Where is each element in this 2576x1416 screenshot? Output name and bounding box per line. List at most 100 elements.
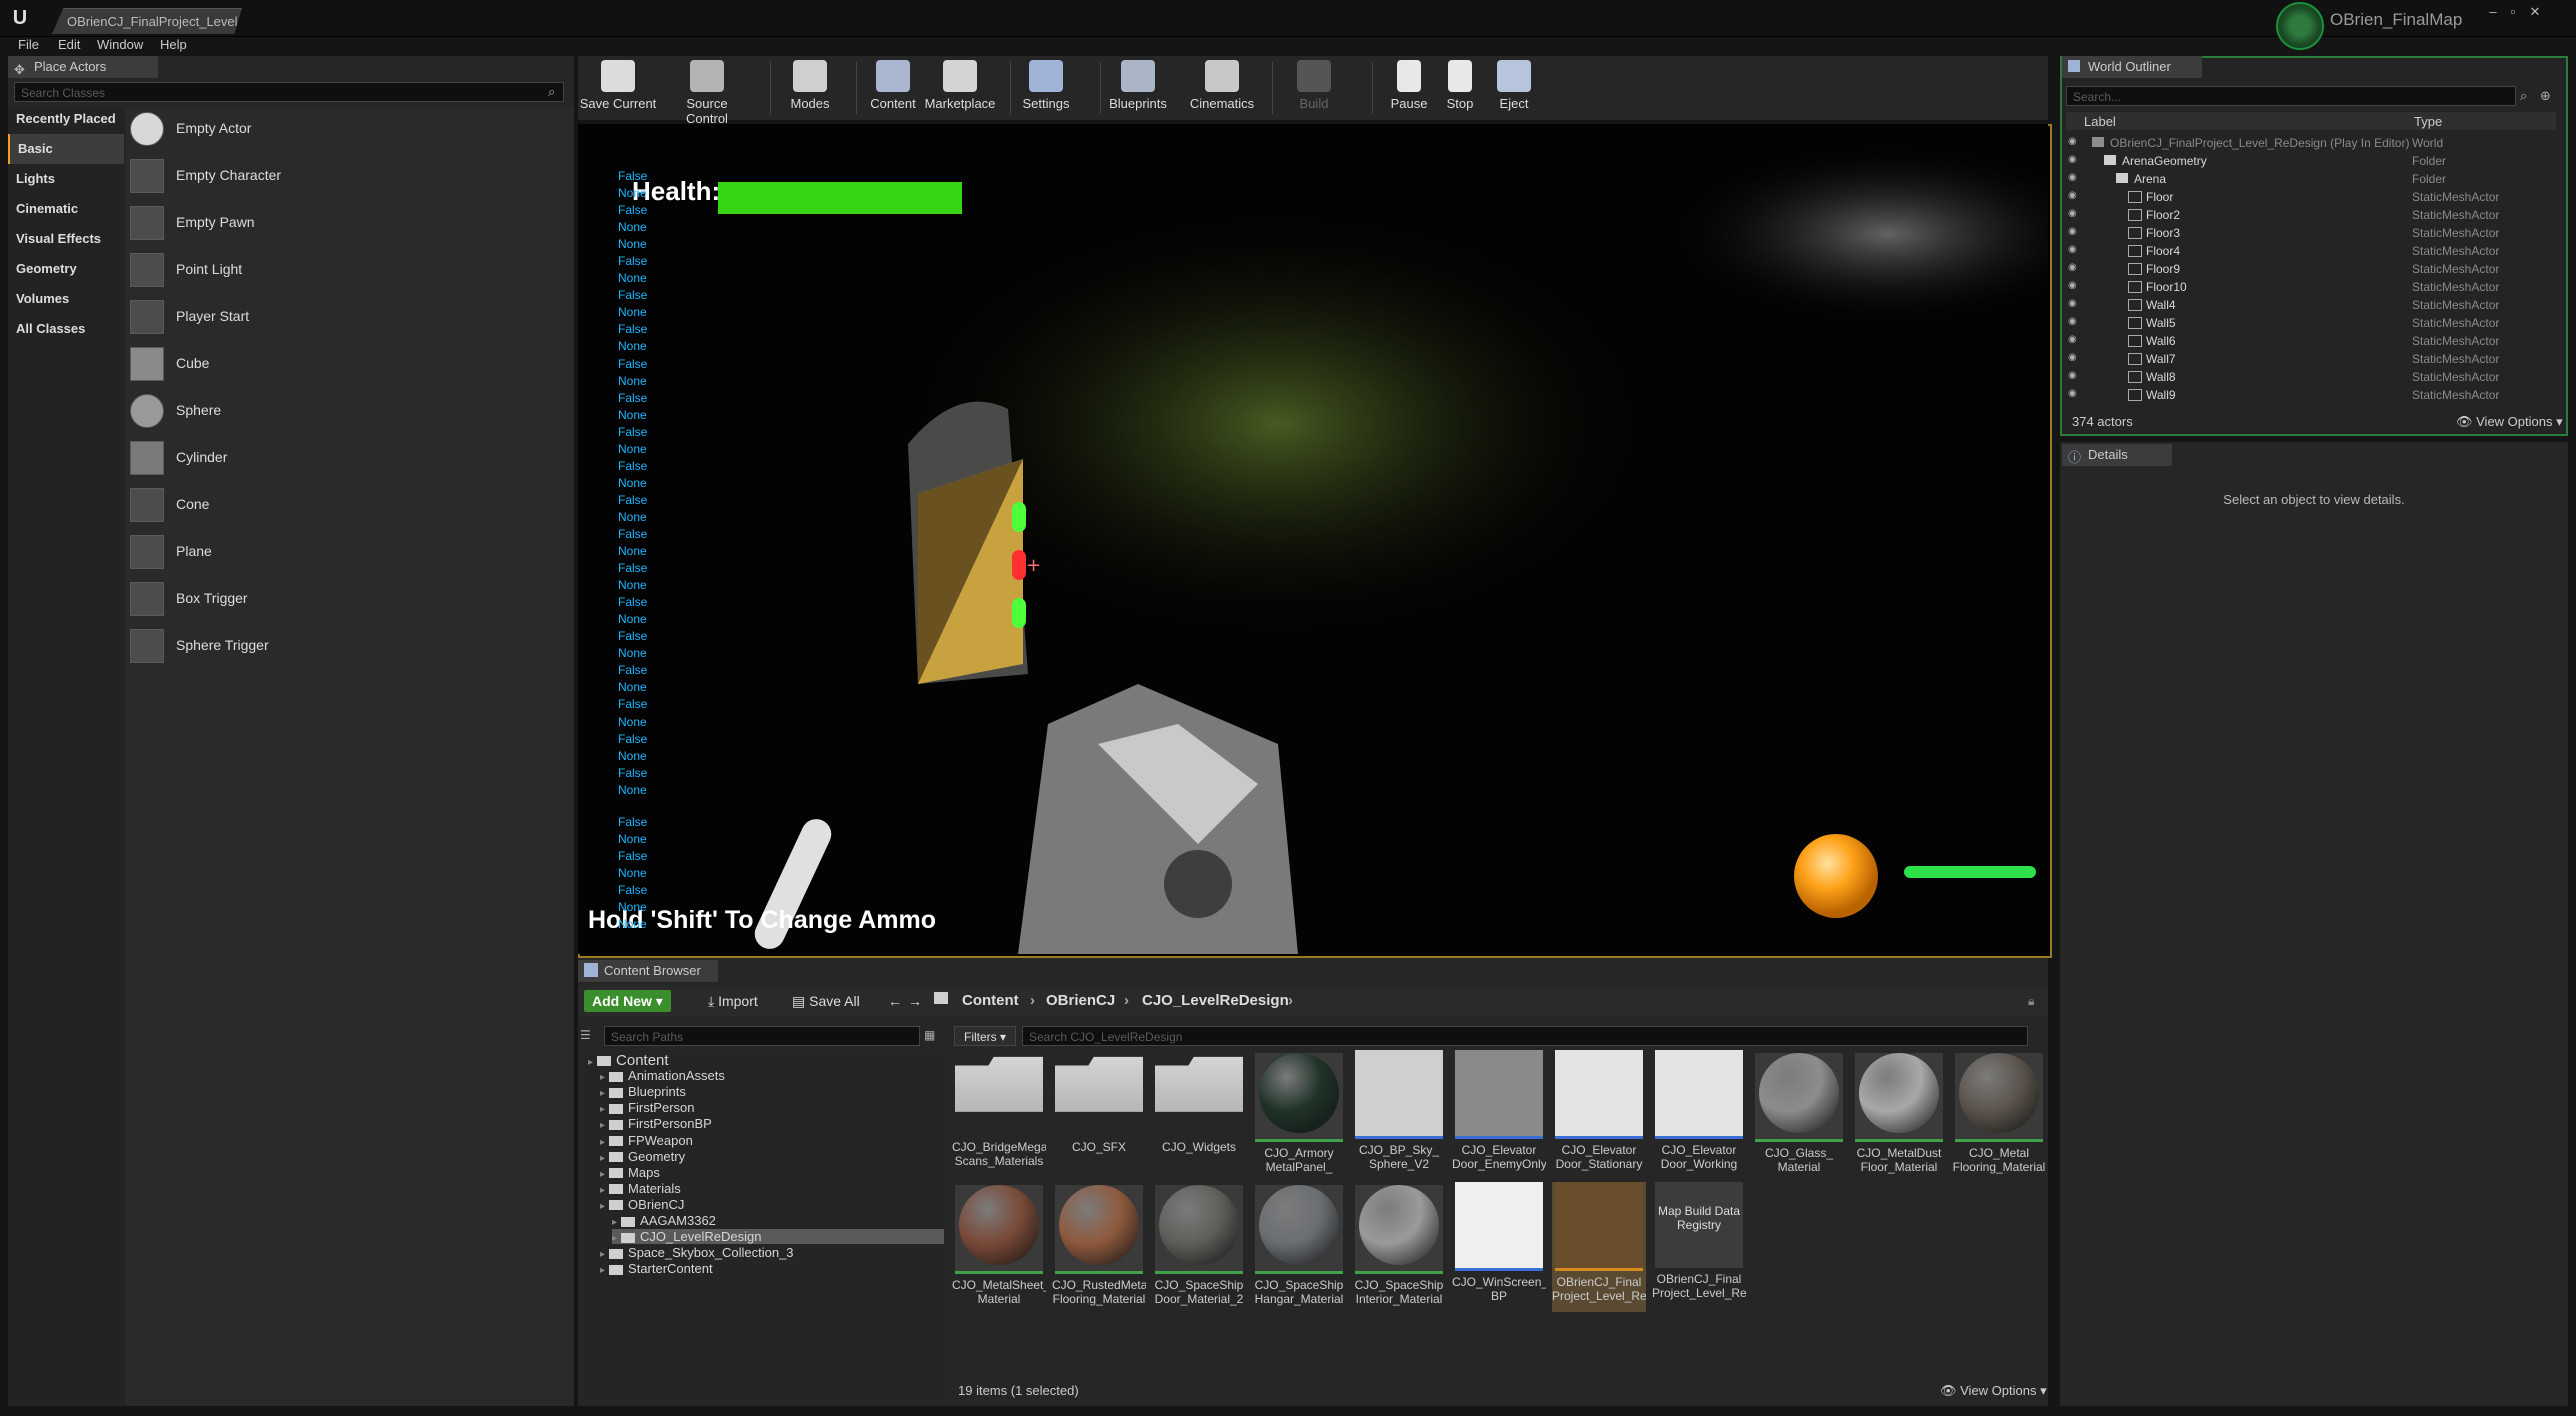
asset-tile[interactable]: CJO_Elevator Door_EnemyOnly [1452, 1050, 1546, 1180]
visibility-eye-icon[interactable]: ◉ [2068, 190, 2082, 202]
tree-node[interactable]: ▸ FirstPerson [600, 1100, 944, 1115]
actor-item[interactable]: Cone [130, 484, 570, 526]
forward-button[interactable]: → [900, 990, 930, 1012]
outliner-search-input[interactable]: Search... [2066, 86, 2516, 106]
menu-window[interactable]: Window [97, 37, 143, 52]
tree-node[interactable]: ▸ AnimationAssets [600, 1068, 944, 1083]
expand-arrow-icon[interactable]: ▸ [600, 1088, 605, 1099]
visibility-eye-icon[interactable]: ◉ [2068, 334, 2082, 346]
visibility-eye-icon[interactable]: ◉ [2068, 244, 2082, 256]
maximize-button[interactable]: ▫ [2504, 4, 2522, 20]
expand-arrow-icon[interactable]: ▸ [600, 1104, 605, 1115]
column-type[interactable]: Type [2414, 114, 2442, 129]
tree-node[interactable]: ▸ Materials [600, 1181, 944, 1196]
asset-tile[interactable]: CJO_SFX [1052, 1050, 1146, 1180]
actor-item[interactable]: Empty Character [130, 155, 570, 197]
outliner-row[interactable]: ◉ Wall4 StaticMeshActor [2066, 296, 2554, 314]
expand-arrow-icon[interactable]: ▸ [600, 1169, 605, 1180]
outliner-row[interactable]: ◉ Arena Folder [2066, 170, 2554, 188]
search-paths-input[interactable]: Search Paths [604, 1026, 920, 1046]
expand-arrow-icon[interactable]: ▸ [588, 1057, 593, 1068]
asset-tile[interactable]: CJO_Widgets [1152, 1050, 1246, 1180]
outliner-row[interactable]: ◉ Wall6 StaticMeshActor [2066, 332, 2554, 350]
category-cinematic[interactable]: Cinematic [8, 194, 124, 224]
asset-tile[interactable]: CJO_Metal Flooring_Material [1952, 1050, 2046, 1180]
outliner-row[interactable]: ◉ OBrienCJ_FinalProject_Level_ReDesign (P… [2066, 134, 2554, 152]
visibility-eye-icon[interactable]: ◉ [2068, 262, 2082, 274]
outliner-row[interactable]: ◉ Floor4 StaticMeshActor [2066, 242, 2554, 260]
outliner-row[interactable]: ◉ Floor10 StaticMeshActor [2066, 278, 2554, 296]
tab-world-outliner[interactable]: World Outliner [2062, 56, 2202, 78]
asset-tile[interactable]: CJO_BridgeMega Scans_Materials [952, 1050, 1046, 1180]
visibility-eye-icon[interactable]: ◉ [2068, 154, 2082, 166]
tree-node[interactable]: ▸ Maps [600, 1165, 944, 1180]
tree-node[interactable]: ▸ OBrienCJ [600, 1197, 944, 1212]
visibility-eye-icon[interactable]: ◉ [2068, 316, 2082, 328]
expand-arrow-icon[interactable]: ▸ [600, 1153, 605, 1164]
tab-content-browser[interactable]: Content Browser [578, 960, 718, 982]
asset-tile[interactable]: CJO_Glass_ Material [1752, 1050, 1846, 1180]
asset-tile[interactable]: CJO_MetalDust Floor_Material [1852, 1050, 1946, 1180]
actor-item[interactable]: Point Light [130, 249, 570, 291]
import-button[interactable]: ⤓ Import [700, 990, 766, 1012]
search-icon[interactable]: ⌕ [548, 84, 555, 100]
outliner-row[interactable]: ◉ Floor9 StaticMeshActor [2066, 260, 2554, 278]
visibility-eye-icon[interactable]: ◉ [2068, 352, 2082, 364]
asset-tile[interactable]: CJO_SpaceShip Door_Material_2 [1152, 1182, 1246, 1312]
source-control-button[interactable]: Source Control [667, 60, 747, 126]
actor-item[interactable]: Sphere Trigger [130, 625, 570, 667]
expand-arrow-icon[interactable]: ▸ [600, 1120, 605, 1131]
search-classes-input[interactable]: Search Classes [14, 82, 564, 102]
visibility-eye-icon[interactable]: ◉ [2068, 136, 2082, 148]
view-options-button[interactable]: 👁︎ View Options ▾ [1940, 1383, 2047, 1399]
visibility-eye-icon[interactable]: ◉ [2068, 298, 2082, 310]
outliner-row[interactable]: ◉ Wall8 StaticMeshActor [2066, 368, 2554, 386]
column-label[interactable]: Label [2084, 114, 2116, 129]
expand-arrow-icon[interactable]: ▸ [600, 1249, 605, 1260]
search-assets-input[interactable]: Search CJO_LevelReDesign [1022, 1026, 2028, 1046]
asset-tile[interactable]: Map Build Data Registry OBrienCJ_Final Pr… [1652, 1182, 1746, 1312]
tab-place-actors[interactable]: ✥ Place Actors [8, 56, 158, 78]
category-lights[interactable]: Lights [8, 164, 124, 194]
breadcrumb-content[interactable]: Content [962, 992, 1019, 1009]
lock-icon[interactable]: 🔒︎ [2028, 994, 2034, 1009]
menu-edit[interactable]: Edit [58, 37, 80, 52]
actor-item[interactable]: Cylinder [130, 437, 570, 479]
expand-arrow-icon[interactable]: ▸ [600, 1137, 605, 1148]
outliner-row[interactable]: ◉ Floor StaticMeshActor [2066, 188, 2554, 206]
outliner-view-options-button[interactable]: 👁︎ View Options ▾ [2456, 414, 2563, 430]
actor-item[interactable]: Cube [130, 343, 570, 385]
add-new-button[interactable]: Add New ▾ [584, 990, 671, 1012]
modes-button[interactable]: Modes [770, 60, 850, 111]
outliner-row[interactable]: ◉ ArenaGeometry Folder [2066, 152, 2554, 170]
asset-tile[interactable]: CJO_RustedMetal Flooring_Material [1052, 1182, 1146, 1312]
tab-details[interactable]: ⓘ Details [2062, 444, 2172, 466]
expand-arrow-icon[interactable]: ▸ [612, 1217, 617, 1228]
visibility-eye-icon[interactable]: ◉ [2068, 226, 2082, 238]
expand-arrow-icon[interactable]: ▸ [600, 1072, 605, 1083]
path-view-options-icon[interactable]: ▦ [924, 1028, 935, 1042]
outliner-row[interactable]: ◉ Floor3 StaticMeshActor [2066, 224, 2554, 242]
category-volumes[interactable]: Volumes [8, 284, 124, 314]
settings-button[interactable]: Settings [1006, 60, 1086, 111]
outliner-row[interactable]: ◉ Floor2 StaticMeshActor [2066, 206, 2554, 224]
close-window-button[interactable]: ✕ [2526, 4, 2544, 20]
category-recently-placed[interactable]: Recently Placed [8, 104, 124, 134]
actor-item[interactable]: Empty Pawn [130, 202, 570, 244]
build-button[interactable]: Build [1274, 60, 1354, 111]
breadcrumb-cjo-levelredesign[interactable]: CJO_LevelReDesign [1142, 992, 1289, 1009]
sources-toggle-icon[interactable]: ☰ [580, 1028, 591, 1042]
menu-help[interactable]: Help [160, 37, 187, 52]
tree-node[interactable]: ▸ Content [588, 1052, 944, 1069]
tree-node[interactable]: ▸ Blueprints [600, 1084, 944, 1099]
asset-tile[interactable]: OBrienCJ_Final Project_Level_Re Design [1552, 1182, 1646, 1312]
category-all-classes[interactable]: All Classes [8, 314, 124, 344]
expand-arrow-icon[interactable]: ▸ [612, 1233, 617, 1244]
save-all-button[interactable]: ▤ Save All [784, 990, 868, 1012]
asset-tile[interactable]: CJO_MetalSheet_ Material [952, 1182, 1046, 1312]
outliner-row[interactable]: ◉ Wall7 StaticMeshActor [2066, 350, 2554, 368]
asset-tile[interactable]: CJO_WinScreen_ BP [1452, 1182, 1546, 1312]
category-geometry[interactable]: Geometry [8, 254, 124, 284]
visibility-eye-icon[interactable]: ◉ [2068, 208, 2082, 220]
menu-file[interactable]: File [18, 37, 39, 52]
